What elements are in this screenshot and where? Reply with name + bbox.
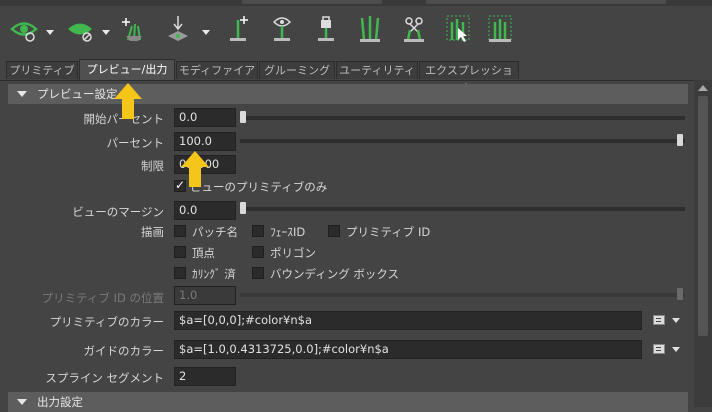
tab-grooming[interactable]: グルーミング xyxy=(259,61,335,79)
tab-bar: プリミティブ プレビュー/出力 モディファイア グルーミング ユーティリティ エ… xyxy=(0,59,712,94)
polygon-label: ポリゴン xyxy=(270,246,316,260)
slider-handle[interactable] xyxy=(677,134,683,146)
bounding-box-label: バウンディング ボックス xyxy=(270,267,400,281)
bounding-box-checkbox[interactable] xyxy=(252,267,264,279)
lock-guide-icon[interactable] xyxy=(312,14,340,44)
hide-dropdown-icon[interactable] xyxy=(66,14,94,44)
expression-editor-icon[interactable] xyxy=(653,315,665,325)
spline-segments-field[interactable]: 2 xyxy=(174,367,236,386)
xgen-move-icon[interactable] xyxy=(164,14,192,44)
collapse-triangle-icon xyxy=(17,91,27,97)
guide-box-icon[interactable] xyxy=(486,14,514,44)
top-strip-segment xyxy=(242,0,382,4)
callout-arrow-icon xyxy=(114,83,142,119)
primitive-id-position-field: 1.0 xyxy=(174,286,236,305)
polygon-checkbox[interactable] xyxy=(252,246,264,258)
chevron-down-icon[interactable] xyxy=(102,30,110,35)
top-strip-segment xyxy=(426,0,666,4)
view-guide-icon[interactable] xyxy=(268,14,296,44)
face-id-label: ﾌｪｰｽID xyxy=(270,225,306,239)
cut-guide-icon[interactable] xyxy=(400,14,428,44)
tab-modifiers[interactable]: モディファイア xyxy=(176,61,258,79)
guides-icon[interactable] xyxy=(356,14,384,44)
scroll-up-icon[interactable] xyxy=(698,85,708,91)
tab-preview-output[interactable]: プレビュー/出力 xyxy=(79,59,175,80)
section-title: プレビュー設定 xyxy=(37,87,118,101)
chevron-down-icon[interactable] xyxy=(672,347,680,352)
xgen-toolbar xyxy=(0,6,712,56)
vertices-checkbox[interactable] xyxy=(174,246,186,258)
tab-primitives[interactable]: プリミティブ xyxy=(6,61,78,79)
limit-label: 制限 xyxy=(141,159,164,173)
callout-arrow-icon xyxy=(181,151,209,187)
slider-handle[interactable] xyxy=(240,202,246,214)
chevron-down-icon[interactable] xyxy=(46,30,54,35)
preview-settings-header[interactable]: プレビュー設定 xyxy=(8,84,688,104)
view-margin-slider[interactable] xyxy=(240,202,685,214)
chevron-down-icon[interactable] xyxy=(672,318,680,323)
tab-utilities[interactable]: ユーティリティ xyxy=(336,61,418,79)
scrollbar-thumb[interactable] xyxy=(698,96,708,336)
vertical-scrollbar[interactable] xyxy=(694,80,712,407)
select-guides-icon[interactable] xyxy=(444,14,472,44)
xgen-add-icon[interactable] xyxy=(120,14,148,44)
primitive-id-position-slider xyxy=(240,288,685,300)
expression-editor-icon[interactable] xyxy=(653,344,665,354)
percent-field[interactable]: 100.0 xyxy=(174,132,236,151)
percent-label: パーセント xyxy=(106,136,165,150)
culled-label: ｶﾘﾝｸﾞ 済 xyxy=(192,267,236,281)
start-percent-slider[interactable] xyxy=(240,111,685,123)
primitive-id-checkbox[interactable] xyxy=(328,225,340,237)
draw-label: 描画 xyxy=(141,225,164,239)
slider-handle xyxy=(677,288,683,300)
chevron-down-icon[interactable] xyxy=(202,30,210,35)
primitive-id-label: プリミティブ ID xyxy=(346,225,431,239)
primitive-color-label: プリミティブのカラー xyxy=(49,315,164,329)
guide-color-label: ガイドのカラー xyxy=(83,344,165,358)
tab-expressions[interactable]: エクスプレッション xyxy=(419,61,519,94)
guide-color-expression-field[interactable]: $a=[1.0,0.4313725,0.0];#color¥n$a xyxy=(174,340,642,359)
collapse-triangle-icon xyxy=(17,399,27,405)
section-title: 出力設定 xyxy=(37,395,83,409)
face-id-checkbox[interactable] xyxy=(252,225,264,237)
spline-segments-label: スプライン セグメント xyxy=(45,371,164,385)
primitive-color-expression-field[interactable]: $a=[0,0,0];#color¥n$a xyxy=(174,311,642,330)
primitive-id-position-label: プリミティブ ID の位置 xyxy=(41,291,164,305)
culled-checkbox[interactable] xyxy=(174,267,186,279)
patch-name-checkbox[interactable] xyxy=(174,225,186,237)
view-primitives-only-label: ビューのプリミティブのみ xyxy=(190,180,328,194)
view-margin-label: ビューのマージン xyxy=(72,205,164,219)
eye-dropdown-icon[interactable] xyxy=(10,14,38,44)
patch-name-label: パッチ名 xyxy=(192,225,238,239)
view-margin-field[interactable]: 0.0 xyxy=(174,201,236,220)
percent-slider[interactable] xyxy=(240,134,685,146)
output-settings-header[interactable]: 出力設定 xyxy=(8,392,688,412)
slider-handle[interactable] xyxy=(240,111,246,123)
start-percent-field[interactable]: 0.0 xyxy=(174,108,236,127)
add-guide-icon[interactable] xyxy=(224,14,252,44)
vertices-label: 頂点 xyxy=(192,246,215,260)
